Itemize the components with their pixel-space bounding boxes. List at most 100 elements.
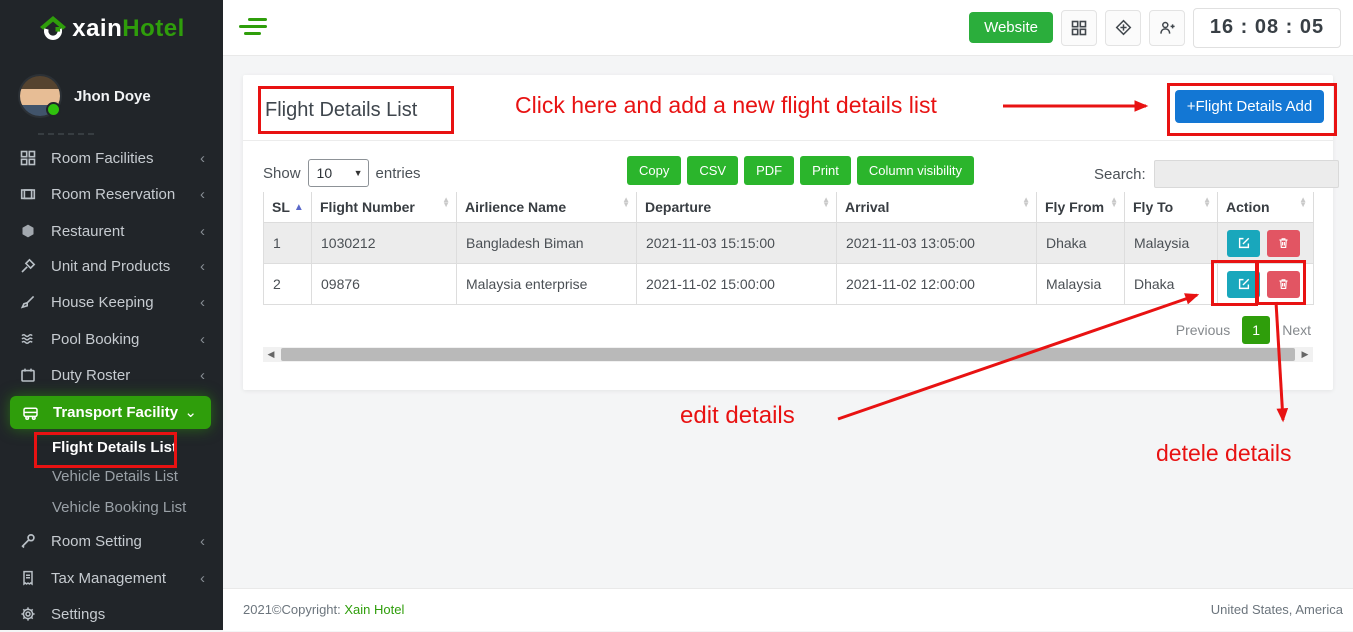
chevron-left-icon: ‹ xyxy=(200,151,205,166)
nav-divider xyxy=(38,133,94,135)
pdf-button[interactable]: PDF xyxy=(744,156,794,185)
pagination-next[interactable]: Next xyxy=(1282,322,1311,338)
sidebar-subitem-vehicle-booking-list[interactable]: Vehicle Booking List xyxy=(0,492,223,522)
delete-button[interactable] xyxy=(1267,271,1300,298)
sort-icon: ▲▼ xyxy=(622,198,630,208)
sidebar-subitem-vehicle-details-list[interactable]: Vehicle Details List xyxy=(0,461,223,491)
chevron-left-icon: ‹ xyxy=(200,571,205,586)
search-label: Search: xyxy=(1094,166,1146,183)
app-logo[interactable]: xainHotel xyxy=(0,0,223,58)
chevron-down-icon: ▼ xyxy=(354,168,363,178)
sidebar-item-pool-booking[interactable]: Pool Booking ‹ xyxy=(0,321,223,357)
sidebar-item-restaurent[interactable]: Restaurent ‹ xyxy=(0,213,223,249)
delete-button[interactable] xyxy=(1267,230,1300,257)
sort-icon: ▲▼ xyxy=(1022,198,1030,208)
pencil-square-icon xyxy=(1237,236,1251,250)
page-title: Flight Details List xyxy=(265,99,417,122)
table-row: 1 1030212 Bangladesh Biman 2021-11-03 15… xyxy=(264,223,1314,264)
sort-icon: ▲▼ xyxy=(822,198,830,208)
footer: 2021©Copyright: Xain Hotel United States… xyxy=(223,588,1353,631)
user-profile[interactable]: Jhon Doye xyxy=(20,76,151,116)
chevron-left-icon: ‹ xyxy=(200,368,205,383)
sidebar-item-tax-management[interactable]: Tax Management ‹ xyxy=(0,560,223,596)
trash-icon xyxy=(1277,277,1290,291)
footer-region: United States, America xyxy=(1211,602,1343,617)
apps-icon[interactable] xyxy=(1061,10,1097,46)
pagination-page-1[interactable]: 1 xyxy=(1242,316,1270,344)
grid-icon xyxy=(20,150,38,166)
chevron-left-icon: ‹ xyxy=(200,332,205,347)
receipt-icon xyxy=(20,570,38,586)
add-flight-button[interactable]: +Flight Details Add xyxy=(1175,90,1324,123)
csv-button[interactable]: CSV xyxy=(687,156,738,185)
sidebar-subitem-flight-details-list[interactable]: Flight Details List xyxy=(0,432,223,462)
user-add-icon[interactable] xyxy=(1149,10,1185,46)
column-header-sl[interactable]: SL▲ xyxy=(264,192,312,223)
horizontal-scrollbar: ◀ ▶ xyxy=(263,347,1313,362)
frame-icon xyxy=(20,186,38,202)
edit-button[interactable] xyxy=(1227,230,1260,257)
broom-icon xyxy=(20,294,38,310)
chevron-left-icon: ‹ xyxy=(200,259,205,274)
chevron-down-icon: ⌄ xyxy=(184,405,197,420)
divider xyxy=(243,140,1333,141)
sort-icon: ▲▼ xyxy=(1299,198,1307,208)
page-size-select[interactable]: 10 ▼ xyxy=(308,159,369,187)
column-header-arrival[interactable]: Arrival▲▼ xyxy=(837,192,1037,223)
flight-table: SL▲ Flight Number▲▼ Airlience Name▲▼ Dep… xyxy=(263,192,1314,305)
sidebar-item-room-reservation[interactable]: Room Reservation ‹ xyxy=(0,176,223,212)
show-label: Show xyxy=(263,165,301,182)
sidebar-item-unit-and-products[interactable]: Unit and Products ‹ xyxy=(0,248,223,284)
bus-icon xyxy=(22,405,40,421)
clock-display: 16 : 08 : 05 xyxy=(1193,8,1341,48)
column-header-fly-from[interactable]: Fly From▲▼ xyxy=(1037,192,1125,223)
scroll-left-icon[interactable]: ◀ xyxy=(263,347,279,362)
scroll-right-icon[interactable]: ▶ xyxy=(1297,347,1313,362)
topbar: Website 16 : 08 : 05 xyxy=(223,0,1353,56)
sidebar-item-settings[interactable]: Settings xyxy=(0,596,223,632)
move-diamond-icon[interactable] xyxy=(1105,10,1141,46)
menu-toggle-icon[interactable] xyxy=(239,18,267,35)
waves-icon xyxy=(20,331,38,347)
footer-brand-link[interactable]: Xain Hotel xyxy=(344,602,404,617)
sidebar-item-room-facilities[interactable]: Room Facilities ‹ xyxy=(0,140,223,176)
hotel-house-icon xyxy=(38,16,68,43)
search-input[interactable] xyxy=(1154,160,1339,188)
chevron-left-icon: ‹ xyxy=(200,187,205,202)
sort-icon: ▲▼ xyxy=(1110,198,1118,208)
pagination-previous[interactable]: Previous xyxy=(1176,322,1230,338)
sort-asc-icon: ▲ xyxy=(294,202,304,213)
sort-icon: ▲▼ xyxy=(1203,198,1211,208)
column-header-airline-name[interactable]: Airlience Name▲▼ xyxy=(457,192,637,223)
scrollbar-thumb[interactable] xyxy=(281,348,1295,361)
hexagon-icon xyxy=(20,223,38,239)
table-header-row: SL▲ Flight Number▲▼ Airlience Name▲▼ Dep… xyxy=(264,192,1314,223)
chevron-left-icon: ‹ xyxy=(200,295,205,310)
calendar-icon xyxy=(20,367,38,383)
sidebar-item-room-setting[interactable]: Room Setting ‹ xyxy=(0,523,223,559)
column-visibility-button[interactable]: Column visibility xyxy=(857,156,974,185)
sidebar-item-transport-facility[interactable]: Transport Facility ⌄ xyxy=(10,396,211,429)
column-header-departure[interactable]: Departure▲▼ xyxy=(637,192,837,223)
entries-label: entries xyxy=(376,165,421,182)
avatar xyxy=(20,76,60,116)
print-button[interactable]: Print xyxy=(800,156,851,185)
scrollbar-track[interactable] xyxy=(279,347,1297,362)
pagination: Previous 1 Next xyxy=(1176,316,1311,344)
flight-details-card: Flight Details List +Flight Details Add … xyxy=(243,75,1333,390)
edit-button[interactable] xyxy=(1227,271,1260,298)
user-name: Jhon Doye xyxy=(74,88,151,105)
website-button[interactable]: Website xyxy=(969,12,1053,43)
sidebar-item-duty-roster[interactable]: Duty Roster ‹ xyxy=(0,357,223,393)
table-row: 2 09876 Malaysia enterprise 2021-11-02 1… xyxy=(264,264,1314,305)
column-header-flight-number[interactable]: Flight Number▲▼ xyxy=(312,192,457,223)
copyright-text: 2021©Copyright: xyxy=(243,602,341,617)
trash-icon xyxy=(1277,236,1290,250)
copy-button[interactable]: Copy xyxy=(627,156,681,185)
sidebar-item-house-keeping[interactable]: House Keeping ‹ xyxy=(0,284,223,320)
column-header-fly-to[interactable]: Fly To▲▼ xyxy=(1125,192,1218,223)
chevron-left-icon: ‹ xyxy=(200,224,205,239)
wrench-icon xyxy=(20,533,38,549)
chevron-left-icon: ‹ xyxy=(200,534,205,549)
column-header-action[interactable]: Action▲▼ xyxy=(1218,192,1314,223)
